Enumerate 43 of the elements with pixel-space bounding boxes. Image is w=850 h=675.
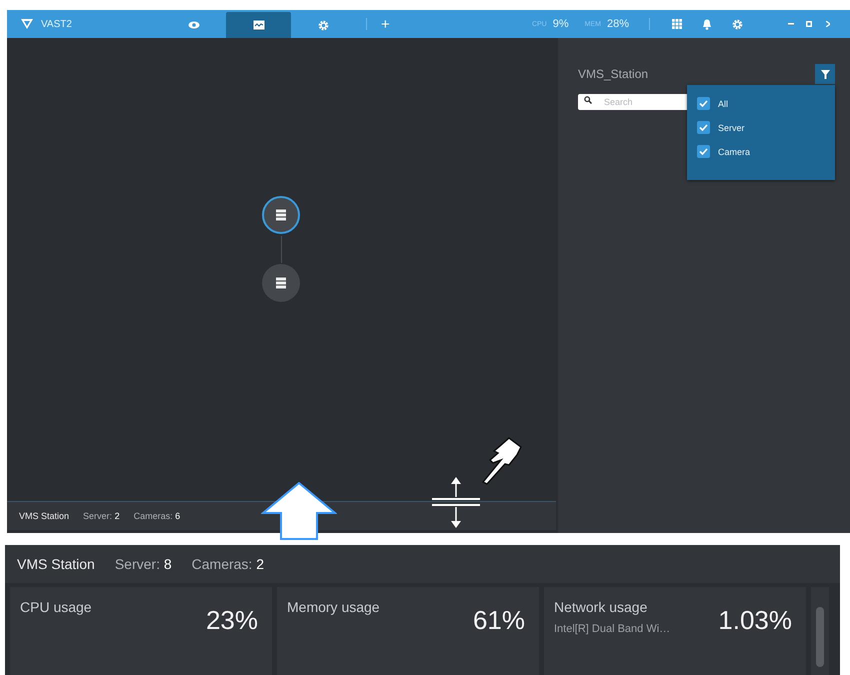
nav-tab[interactable] [226,12,291,38]
station-name: VMS Station [17,556,95,572]
checkbox[interactable] [697,97,710,110]
minimize-icon[interactable] [788,23,794,25]
card-title: Network usage [554,599,648,615]
server-count: Server: 8 [114,556,172,572]
server-icon [275,209,287,221]
station-name: VMS Station [19,511,70,521]
usage-value: 23% [206,605,258,637]
server-count: Server: 2 [83,511,120,521]
grid-icon[interactable] [672,19,682,29]
chart-icon [252,20,264,30]
usage-value: 1.03% [718,605,792,637]
filter-option[interactable]: Server [687,121,835,134]
app-title: VAST2 [41,18,72,30]
settings-icon [318,20,329,30]
checkbox[interactable] [697,121,710,134]
resize-cursor-icon [431,476,481,530]
filter-option[interactable]: Camera [687,145,835,158]
bell-icon[interactable] [702,18,712,30]
eye-icon [188,21,200,29]
settings-icon[interactable] [732,18,743,30]
card-subtitle: Intel[R] Dual Band Wi… [554,623,670,635]
card-title: CPU usage [20,599,92,615]
server-icon [275,277,287,289]
maximize-icon[interactable] [806,21,812,27]
scrollbar[interactable] [811,587,829,675]
filter-icon [820,70,830,78]
checkbox[interactable] [697,145,710,158]
cpu-value: 9% [552,18,569,30]
server-node[interactable] [262,196,300,234]
search-icon [584,96,592,104]
tree-title: VMS_Station [578,67,648,81]
camera-count: Cameras: 6 [134,511,180,521]
server-node[interactable] [262,264,300,302]
logo-icon [21,19,33,29]
card-title: Memory usage [287,599,380,615]
add-tab-button[interactable]: + [377,16,394,32]
pointing-hand-icon [479,435,525,485]
usage-value: 61% [472,605,525,637]
memory-value: 28% [606,18,629,30]
camera-count: Cameras: 2 [192,556,264,572]
filter-button[interactable] [815,64,835,84]
